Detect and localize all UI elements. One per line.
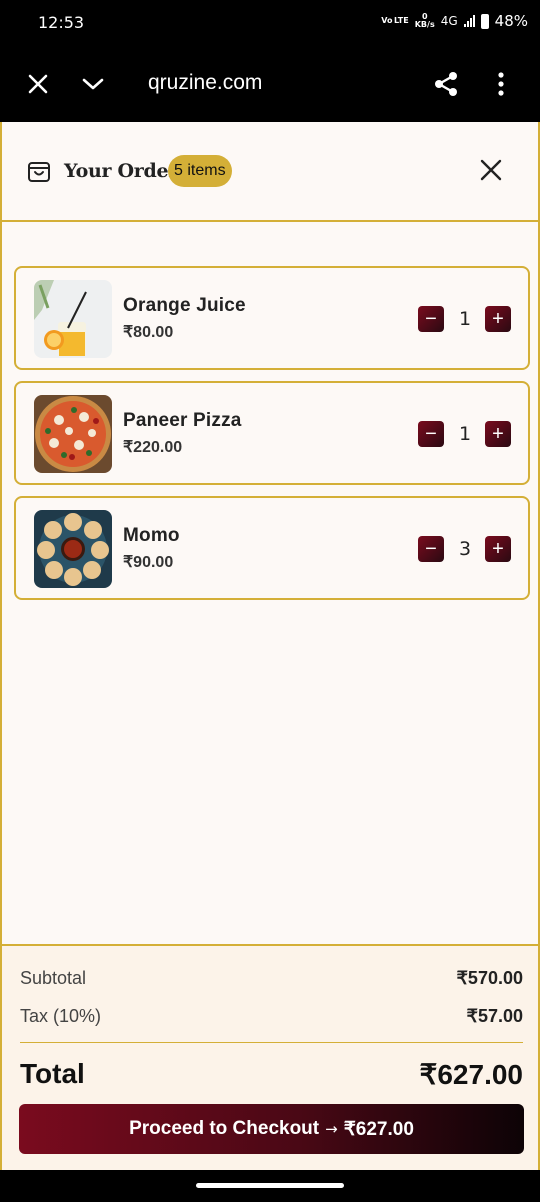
status-time: 12:53 [38,13,85,32]
increase-quantity-button[interactable]: + [485,421,511,447]
item-name: Paneer Pizza [123,410,242,431]
url-text[interactable]: qruzine.com [148,71,262,95]
subtotal-value: ₹570.00 [456,968,523,988]
cart-item-momo: Momo ₹90.00 − 3 + [14,496,530,600]
momo-photo [34,510,112,588]
cart-item-paneer-pizza: Paneer Pizza ₹220.00 − 1 + [14,381,530,485]
subtotal-label: Subtotal [20,968,87,988]
orange-juice-photo [34,280,112,358]
battery-level: 48% [494,12,528,30]
tax-row: Tax (10%) ₹57.00 [20,1006,523,1027]
items-count-badge: 5 items [168,155,232,187]
checkout-amount: ₹627.00 [343,1118,414,1140]
more-vert-icon[interactable] [485,68,517,100]
decrease-quantity-button[interactable]: − [418,536,444,562]
paneer-pizza-photo [34,395,112,473]
close-icon[interactable] [22,68,54,100]
share-icon[interactable] [430,68,462,100]
subtotal-row: Subtotal ₹570.00 [20,968,523,989]
increase-quantity-button[interactable]: + [485,306,511,332]
tax-value: ₹57.00 [466,1006,524,1026]
quantity-value: 1 [458,423,472,445]
item-name: Momo [123,525,180,546]
arrow-right-icon: → [325,1120,338,1138]
tax-label: Tax (10%) [20,1006,102,1026]
total-row: Total ₹627.00 [20,1058,523,1091]
decrease-quantity-button[interactable]: − [418,421,444,447]
status-icons: Vo LTE 0 KB/s 4G 48% [381,12,528,30]
cart-item-orange-juice: Orange Juice ₹80.00 − 1 + [14,266,530,370]
volte-indicator: Vo LTE [381,16,409,25]
home-gesture-bar[interactable] [196,1183,344,1188]
shopping-bag-icon [28,162,50,182]
order-summary: Subtotal ₹570.00 Tax (10%) ₹57.00 Total … [2,944,538,1170]
system-nav-bar [0,1170,540,1202]
quantity-value: 1 [458,308,472,330]
order-panel: Your Order 5 items Orange Juice ₹80.00 −… [0,122,540,1170]
close-icon[interactable] [478,157,504,183]
item-price: ₹90.00 [123,554,174,571]
order-header: Your Order 5 items [2,122,538,222]
signal-icon [463,15,475,27]
network-type: 4G [440,14,458,28]
cart-list: Orange Juice ₹80.00 − 1 + Paneer Pizza ₹… [14,266,530,611]
decrease-quantity-button[interactable]: − [418,306,444,332]
chevron-down-icon[interactable] [77,68,109,100]
item-price: ₹220.00 [123,439,183,456]
item-price: ₹80.00 [123,324,174,341]
total-value: ₹627.00 [419,1059,523,1090]
increase-quantity-button[interactable]: + [485,536,511,562]
battery-icon [480,13,489,29]
order-title: Your Order [64,160,178,182]
checkout-button[interactable]: Proceed to Checkout → ₹627.00 [19,1104,524,1154]
network-speed: 0 KB/s [414,12,435,29]
browser-toolbar: qruzine.com [0,46,540,122]
total-label: Total [20,1058,85,1089]
item-name: Orange Juice [123,295,246,316]
status-bar: 12:53 Vo LTE 0 KB/s 4G 48% [0,0,540,46]
summary-divider [20,1042,523,1043]
quantity-value: 3 [458,538,472,560]
checkout-label: Proceed to Checkout [129,1118,320,1139]
